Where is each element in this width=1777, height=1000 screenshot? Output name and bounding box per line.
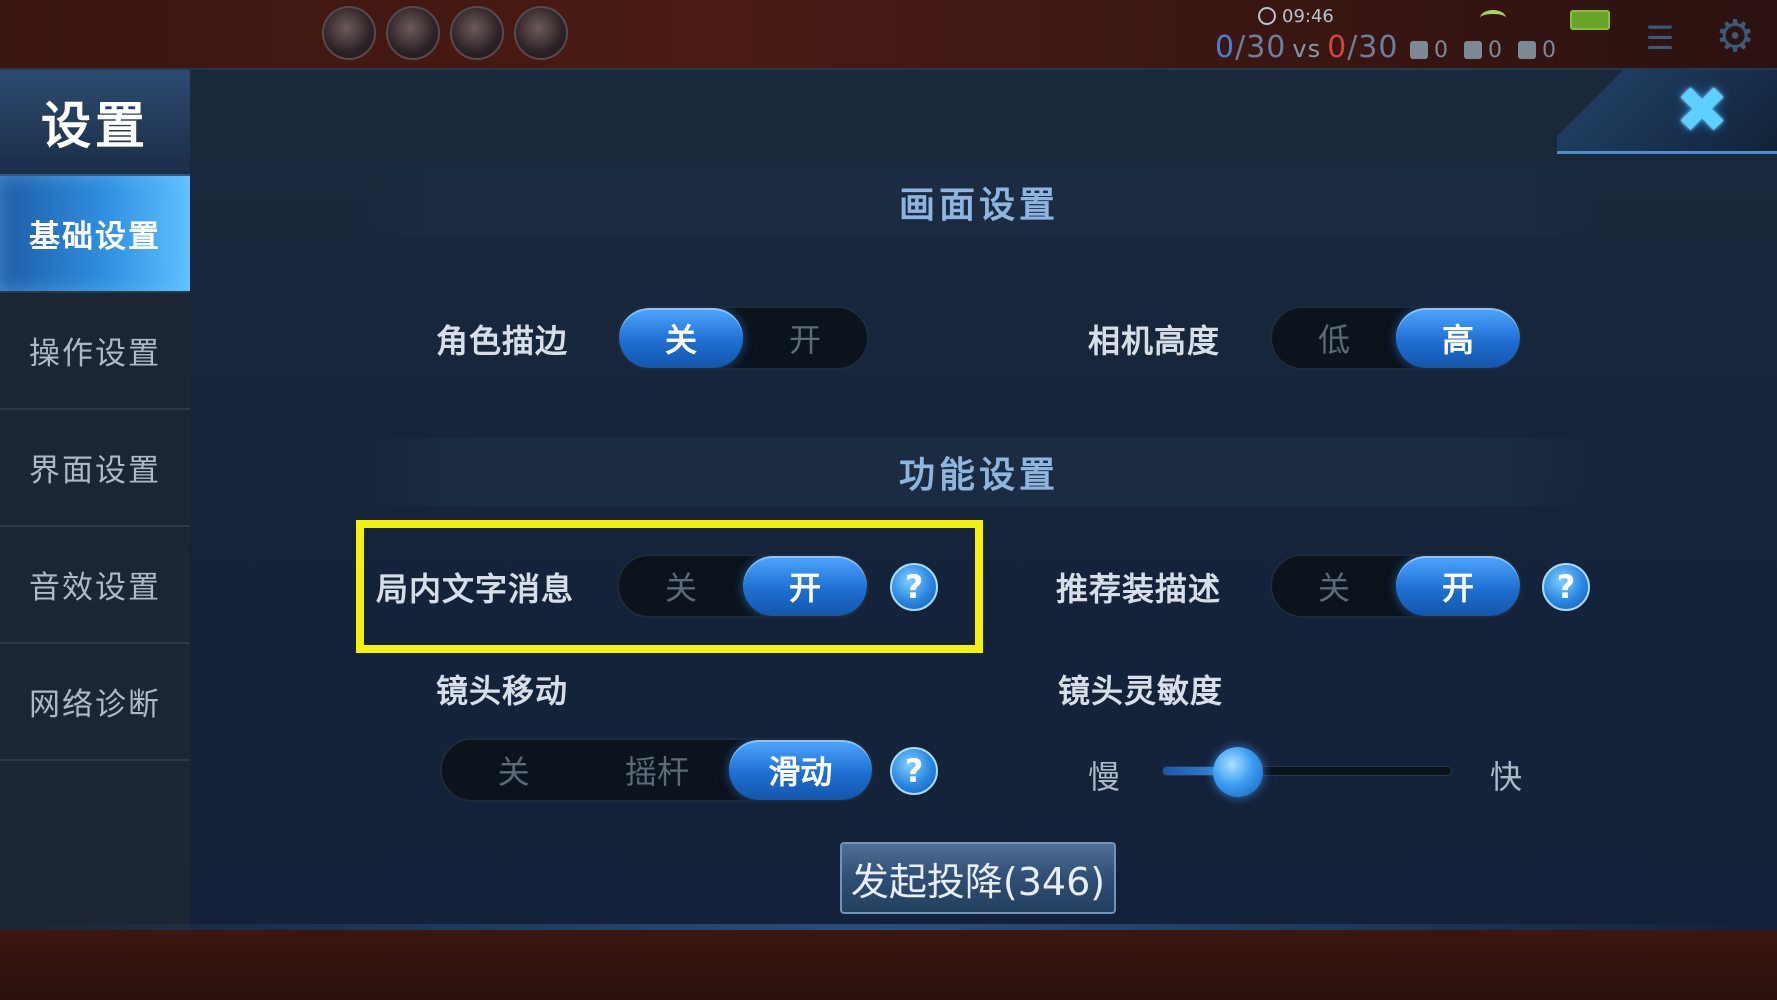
lens-move-label: 镜头移动 — [436, 672, 569, 710]
camera-height-high-option[interactable]: 高 — [1396, 308, 1520, 368]
sensitivity-slider-thumb[interactable] — [1212, 747, 1263, 797]
match-time-text: 09:46 — [1282, 6, 1334, 27]
sword-icon — [1410, 41, 1428, 59]
sensitivity-fast-label: 快 — [1490, 758, 1524, 796]
camera-height-toggle[interactable]: 低 高 — [1270, 306, 1522, 370]
sidebar-item-interface[interactable]: 界面设置 — [0, 410, 190, 527]
gear-icon[interactable]: ⚙ — [1710, 12, 1760, 62]
recommend-desc-help-icon[interactable]: ? — [1542, 563, 1590, 611]
close-icon[interactable]: ✖ — [1669, 78, 1735, 144]
sidebar-item-network[interactable]: 网络诊断 — [0, 644, 190, 761]
outline-off-option[interactable]: 关 — [619, 308, 743, 368]
score-left: 0 — [1215, 30, 1236, 65]
team-portraits — [322, 6, 568, 60]
kills-value: 0 — [1434, 38, 1448, 63]
deaths-value: 0 — [1488, 38, 1502, 63]
section-function: 功能设置 — [356, 438, 1602, 506]
recommend-desc-label: 推荐装描述 — [1056, 570, 1222, 608]
recommend-desc-on-option[interactable]: 开 — [1396, 556, 1520, 616]
game-bottom-strip — [0, 930, 1777, 1000]
highlight-box — [356, 520, 983, 653]
kda-stats: 0 0 0 — [1410, 38, 1556, 63]
camera-height-low-option[interactable]: 低 — [1272, 308, 1396, 368]
outline-label: 角色描边 — [436, 322, 569, 360]
score-right-total: /30 — [1347, 30, 1399, 65]
sidebar-item-controls[interactable]: 操作设置 — [0, 293, 190, 410]
hero-portrait — [386, 6, 440, 60]
assists-stat: 0 — [1518, 38, 1556, 63]
settings-title: 设置 — [0, 70, 190, 176]
score-vs: vs — [1292, 35, 1322, 63]
menu-list-icon[interactable]: ☰ — [1638, 20, 1682, 56]
close-corner: ✖ — [1557, 70, 1777, 154]
lens-move-off-option[interactable]: 关 — [442, 740, 585, 800]
settings-sidebar: 设置 基础设置 操作设置 界面设置 音效设置 网络诊断 — [0, 70, 190, 932]
hero-portrait — [450, 6, 504, 60]
skull-icon — [1464, 41, 1482, 59]
kills-stat: 0 — [1410, 38, 1448, 63]
deaths-stat: 0 — [1464, 38, 1502, 63]
outline-on-option[interactable]: 开 — [743, 308, 867, 368]
lens-move-help-icon[interactable]: ? — [890, 747, 938, 795]
lens-move-joystick-option[interactable]: 摇杆 — [585, 740, 728, 800]
outline-toggle[interactable]: 关 开 — [617, 306, 869, 370]
recommend-desc-toggle[interactable]: 关 开 — [1270, 554, 1522, 618]
score-left-total: /30 — [1235, 30, 1287, 65]
game-hud: 09:46 0/30 vs 0/30 0 0 0 ☰ ⚙ — [0, 0, 1777, 68]
section-display: 画面设置 — [356, 168, 1602, 236]
sensitivity-slider[interactable] — [1162, 747, 1452, 797]
team-score: 0/30 vs 0/30 — [1215, 30, 1398, 65]
lens-move-toggle[interactable]: 关 摇杆 滑动 — [440, 738, 874, 802]
lens-move-slide-option[interactable]: 滑动 — [728, 740, 872, 800]
battery-icon — [1570, 10, 1610, 30]
sidebar-item-audio[interactable]: 音效设置 — [0, 527, 190, 644]
sensitivity-slow-label: 慢 — [1088, 758, 1122, 796]
hero-portrait — [514, 6, 568, 60]
assists-value: 0 — [1542, 38, 1556, 63]
match-timer: 09:46 — [1258, 6, 1334, 27]
hero-portrait — [322, 6, 376, 60]
wifi-icon — [1480, 10, 1506, 26]
settings-panel: 设置 基础设置 操作设置 界面设置 音效设置 网络诊断 ✖ 画面设置 角色描边 … — [0, 68, 1777, 932]
surrender-button[interactable]: 发起投降(346) — [840, 842, 1116, 914]
clock-icon — [1258, 7, 1276, 25]
fist-icon — [1518, 41, 1536, 59]
camera-height-label: 相机高度 — [1088, 322, 1221, 360]
score-right: 0 — [1327, 30, 1348, 65]
recommend-desc-off-option[interactable]: 关 — [1272, 556, 1396, 616]
sidebar-item-basic[interactable]: 基础设置 — [0, 176, 190, 293]
lens-sensitivity-label: 镜头灵敏度 — [1058, 672, 1224, 710]
